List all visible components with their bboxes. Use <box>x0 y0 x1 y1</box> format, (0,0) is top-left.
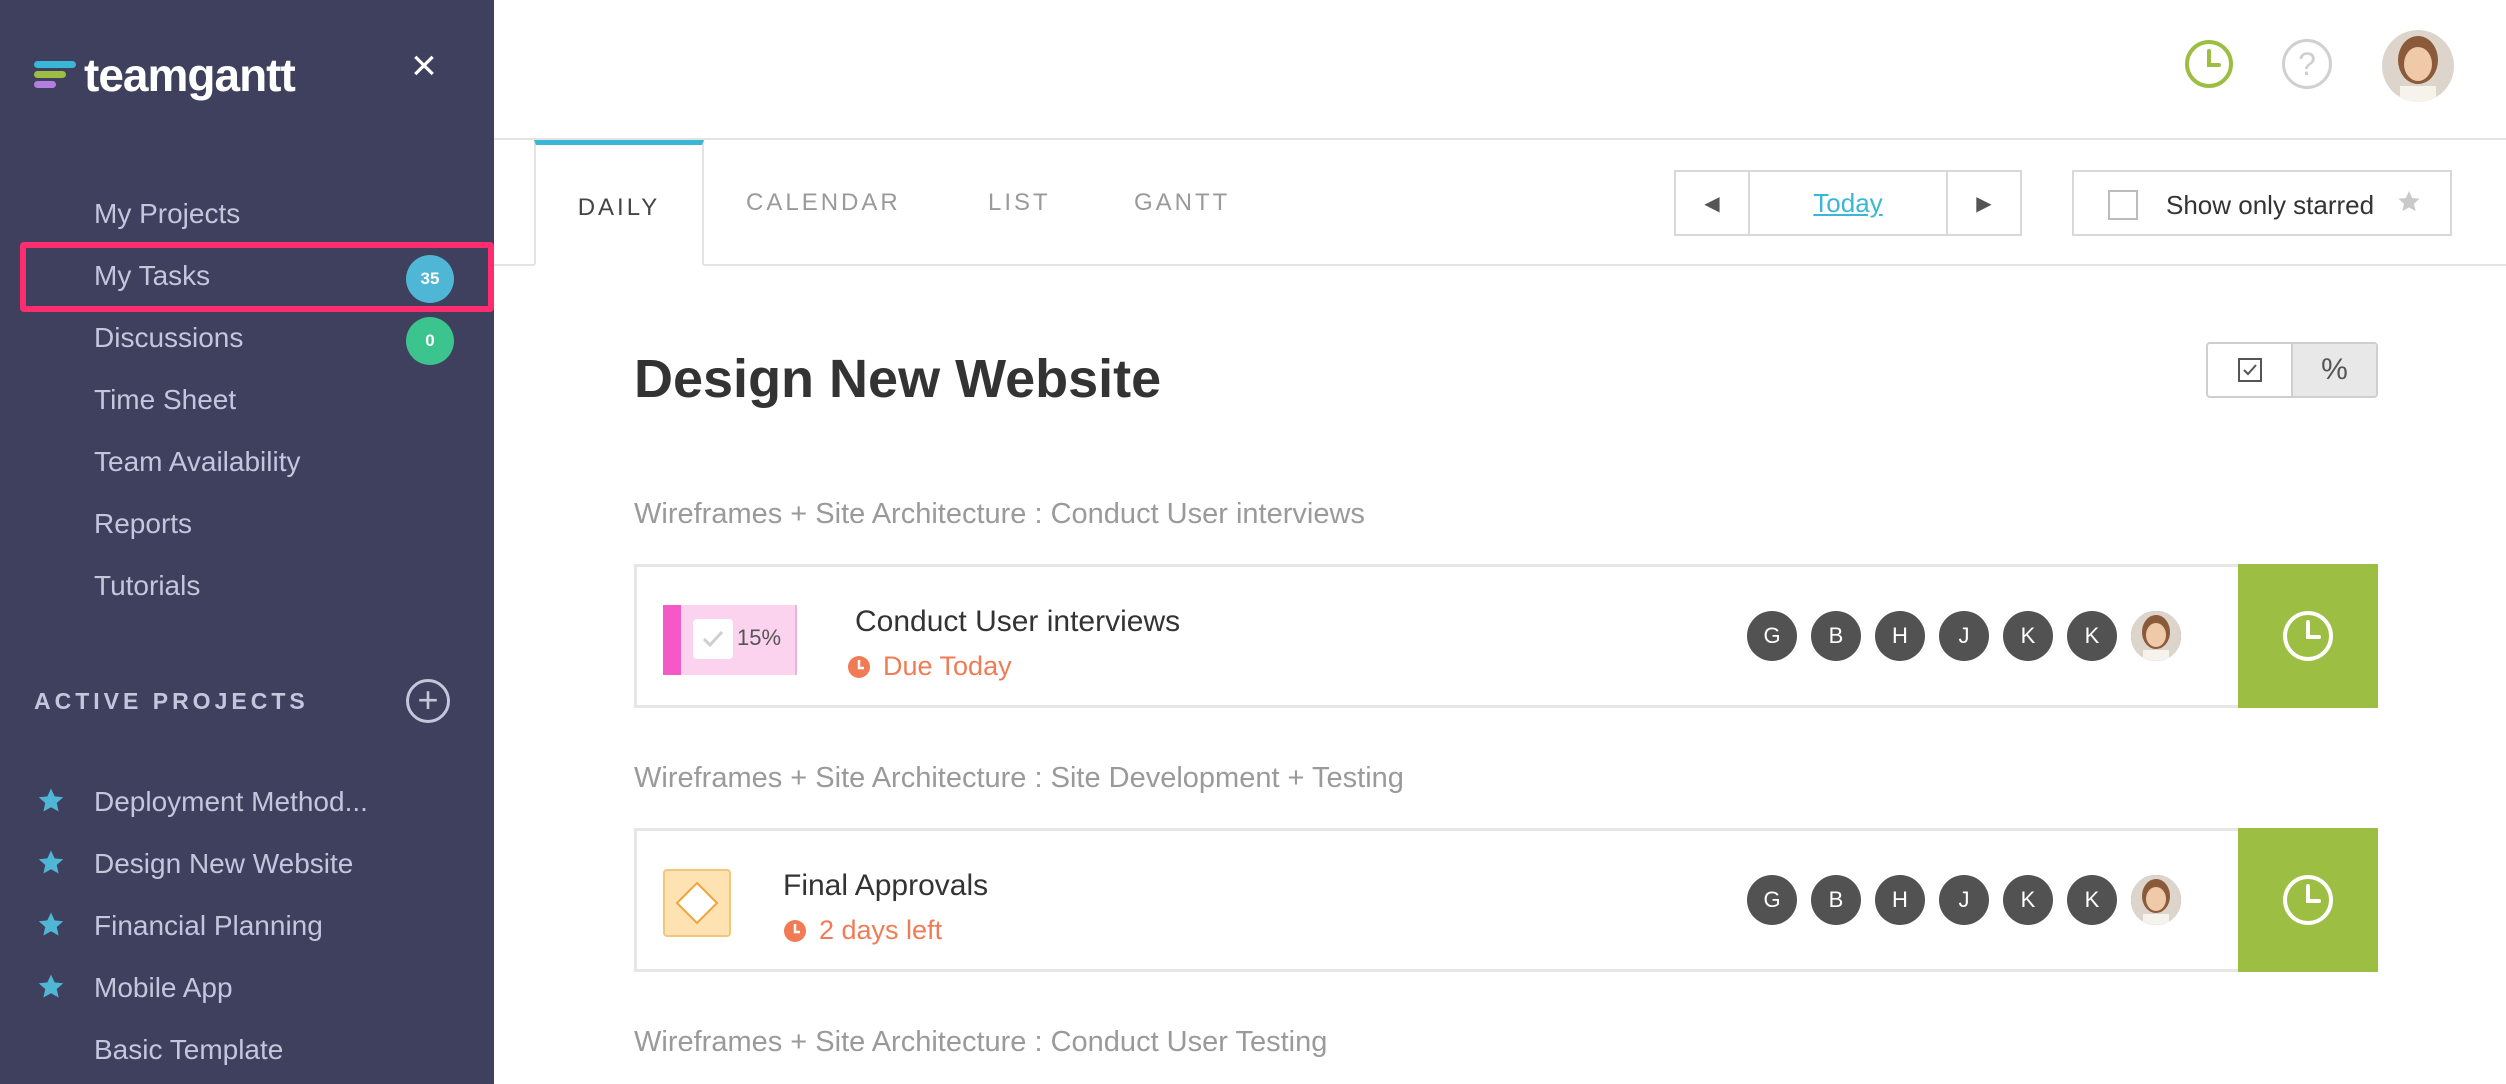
assignee-avatar[interactable]: K <box>2067 875 2117 925</box>
task-name[interactable]: Conduct User interviews <box>855 605 1180 639</box>
task-card-final-approvals[interactable]: Final Approvals 2 days left G B H J K K <box>634 828 2378 972</box>
date-navigator: ◀ Today ▶ <box>1674 170 2022 236</box>
view-mode-toggle: % <box>2206 342 2378 398</box>
task-assignees: G B H J K K <box>1747 611 2195 661</box>
show-only-starred-filter[interactable]: Show only starred <box>2072 170 2452 236</box>
brand-name: teamgantt <box>84 49 296 101</box>
task-due-status: Due Today <box>847 651 1012 682</box>
due-clock-icon <box>848 655 870 678</box>
project-deployment-method[interactable]: Deployment Method... <box>94 786 368 818</box>
logo-mark-icon <box>34 57 78 93</box>
star-icon[interactable] <box>36 786 66 816</box>
assignee-avatar[interactable]: H <box>1875 875 1925 925</box>
nav-my-projects[interactable]: My Projects <box>94 198 240 230</box>
task-progress-value: 15% <box>737 625 782 650</box>
assignee-photo-avatar[interactable] <box>2131 611 2181 661</box>
user-avatar[interactable] <box>2382 30 2454 102</box>
assignee-photo-avatar[interactable] <box>2131 875 2181 925</box>
task-due-text: 2 days left <box>819 915 943 945</box>
project-design-new-website[interactable]: Design New Website <box>94 848 353 880</box>
star-icon[interactable] <box>36 848 66 878</box>
assignee-avatar[interactable]: J <box>1939 875 1989 925</box>
starred-label: Show only starred <box>2166 190 2375 220</box>
assignee-avatar[interactable]: G <box>1747 611 1797 661</box>
next-day-icon[interactable]: ▶ <box>1948 172 2020 234</box>
project-basic-template[interactable]: Basic Template <box>94 1034 283 1066</box>
active-projects-heading: ACTIVE PROJECTS <box>34 688 309 714</box>
tab-gantt[interactable]: GANTT <box>1134 140 1230 266</box>
assignee-avatar[interactable]: K <box>2003 875 2053 925</box>
project-title: Design New Website <box>634 349 1162 409</box>
top-header: ? <box>494 0 2506 140</box>
task-due-text: Due Today <box>883 651 1012 681</box>
due-clock-icon <box>784 919 806 942</box>
task-assignees: G B H J K K <box>1747 875 2195 925</box>
tab-list[interactable]: LIST <box>988 140 1051 266</box>
assignee-avatar[interactable]: G <box>1747 875 1797 925</box>
task-group-label: Wireframes + Site Architecture : Site De… <box>634 762 1404 794</box>
star-icon <box>2398 191 2420 212</box>
track-time-button[interactable] <box>2238 828 2378 972</box>
close-sidebar-icon[interactable]: × <box>406 44 442 88</box>
time-tracker-clock-icon[interactable] <box>2184 39 2234 89</box>
star-icon[interactable] <box>36 972 66 1002</box>
task-due-status: 2 days left <box>783 915 942 946</box>
clock-icon <box>2283 875 2333 925</box>
discussions-count-badge: 0 <box>406 317 454 365</box>
task-group-label: Wireframes + Site Architecture : Conduct… <box>634 498 1365 530</box>
percent-view-icon[interactable]: % <box>2291 344 2376 396</box>
project-mobile-app[interactable]: Mobile App <box>94 972 233 1004</box>
sidebar: teamgantt × My Projects My Tasks 35 Disc… <box>0 0 494 1084</box>
task-card-conduct-user-interviews[interactable]: 15% Conduct User interviews Due Today G … <box>634 564 2378 708</box>
star-icon[interactable] <box>36 910 66 940</box>
milestone-icon[interactable] <box>663 869 731 937</box>
project-financial-planning[interactable]: Financial Planning <box>94 910 323 942</box>
assignee-avatar[interactable]: B <box>1811 611 1861 661</box>
starred-checkbox[interactable] <box>2108 190 2138 220</box>
nav-tutorials[interactable]: Tutorials <box>94 570 200 602</box>
assignee-avatar[interactable]: H <box>1875 611 1925 661</box>
tab-calendar[interactable]: CALENDAR <box>746 140 901 266</box>
teamgantt-logo[interactable]: teamgantt <box>34 48 296 102</box>
today-link[interactable]: Today <box>1748 172 1948 234</box>
my-tasks-highlight <box>20 242 494 312</box>
clock-icon <box>2283 611 2333 661</box>
prev-day-icon[interactable]: ◀ <box>1676 172 1748 234</box>
nav-discussions[interactable]: Discussions <box>94 322 243 354</box>
tab-daily[interactable]: DAILY <box>534 140 704 266</box>
task-progress-badge[interactable]: 15% <box>663 605 797 675</box>
task-group-label: Wireframes + Site Architecture : Conduct… <box>634 1026 1328 1058</box>
nav-team-availability[interactable]: Team Availability <box>94 446 300 478</box>
task-complete-checkbox[interactable] <box>693 619 733 659</box>
add-project-icon[interactable]: + <box>406 679 450 723</box>
assignee-avatar[interactable]: K <box>2003 611 2053 661</box>
assignee-avatar[interactable]: K <box>2067 611 2117 661</box>
nav-reports[interactable]: Reports <box>94 508 192 540</box>
task-name[interactable]: Final Approvals <box>783 869 988 903</box>
nav-time-sheet[interactable]: Time Sheet <box>94 384 236 416</box>
help-icon[interactable]: ? <box>2282 39 2332 89</box>
track-time-button[interactable] <box>2238 564 2378 708</box>
checklist-view-icon[interactable] <box>2208 344 2291 396</box>
assignee-avatar[interactable]: B <box>1811 875 1861 925</box>
assignee-avatar[interactable]: J <box>1939 611 1989 661</box>
